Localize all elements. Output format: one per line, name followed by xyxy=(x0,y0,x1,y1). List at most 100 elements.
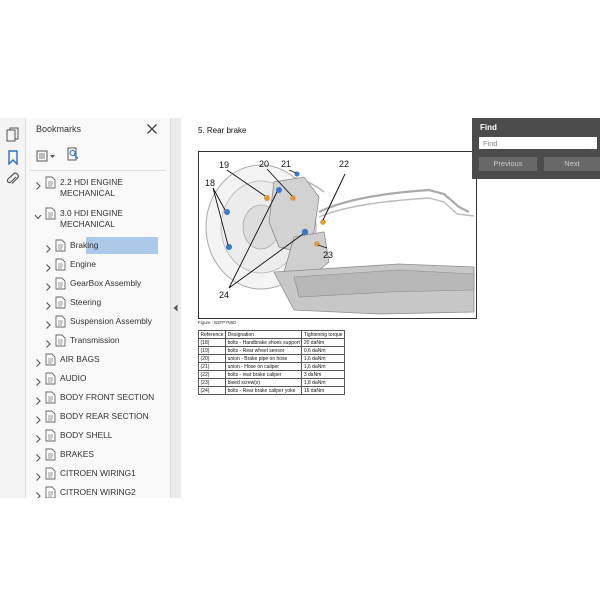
find-popup: Find Previous Next xyxy=(472,118,600,179)
bookmark-page-icon xyxy=(55,296,66,309)
table-row: (23) bleed screw(s) 1,8 daNm xyxy=(197,378,346,387)
table-row: (22) bolts - rear brake caliper 3 daNm xyxy=(197,370,346,379)
bookmark-label: Braking xyxy=(70,240,99,250)
callout-18: 18 xyxy=(205,178,215,188)
find-input[interactable] xyxy=(479,137,597,149)
section-title: 5. Rear brake xyxy=(198,126,247,135)
bookmark-item[interactable]: BODY FRONT SECTION xyxy=(26,389,158,407)
bookmark-page-icon xyxy=(55,258,66,271)
table-cell: union - Brake pipe on hose xyxy=(225,354,303,363)
bookmark-page-icon xyxy=(45,391,56,404)
table-row: (20) union - Brake pipe on hose 1,6 daNm xyxy=(197,354,346,363)
bookmark-label: AIR BAGS xyxy=(60,354,100,364)
bookmark-item[interactable]: AIR BAGS xyxy=(26,351,158,369)
table-cell: 0,6 daNm xyxy=(301,346,346,355)
close-icon[interactable] xyxy=(146,122,158,134)
chevron-right-icon[interactable] xyxy=(34,488,42,498)
chevron-right-icon[interactable] xyxy=(44,336,52,348)
bookmarks-panel: Bookmarks 2.2 HDI ENGINE MECHANICAL 3.0 HD… xyxy=(26,118,191,498)
bookmark-item[interactable]: AUDIO xyxy=(26,370,158,388)
table-cell: bolts - Rear brake caliper yoke xyxy=(225,386,303,395)
table-cell: union - Hose on caliper xyxy=(225,362,303,371)
bookmark-label-line2: MECHANICAL xyxy=(60,219,115,229)
bookmark-label: CITROEN WIRING2 xyxy=(60,487,136,497)
chevron-right-icon[interactable] xyxy=(44,241,52,253)
chevron-right-icon[interactable] xyxy=(34,355,42,367)
collapse-panel-icon[interactable] xyxy=(173,304,178,312)
bookmark-label: Transmission xyxy=(70,335,120,345)
bookmark-item[interactable]: 3.0 HDI ENGINE MECHANICAL xyxy=(26,205,158,229)
bookmark-item[interactable]: BRAKES xyxy=(26,446,158,464)
chevron-right-icon[interactable] xyxy=(44,260,52,272)
chevron-right-icon[interactable] xyxy=(34,178,42,190)
pages-icon[interactable] xyxy=(4,126,21,143)
table-cell: (22) xyxy=(197,370,227,379)
bookmark-label: GearBox Assembly xyxy=(70,278,142,288)
bookmark-page-icon xyxy=(45,429,56,442)
bookmark-item[interactable]: CITROEN WIRING1 xyxy=(26,465,158,483)
bookmark-label: AUDIO xyxy=(60,373,87,383)
table-cell: 1,6 daNm xyxy=(301,354,346,363)
panel-splitter[interactable] xyxy=(170,118,181,498)
bookmark-item[interactable]: Braking xyxy=(26,237,158,255)
bookmark-label: 3.0 HDI ENGINE xyxy=(60,208,123,218)
chevron-right-icon[interactable] xyxy=(34,469,42,481)
bookmark-item[interactable]: GearBox Assembly xyxy=(26,275,158,293)
bookmark-item[interactable]: Transmission xyxy=(26,332,158,350)
bookmark-label: Steering xyxy=(70,297,102,307)
bookmark-item[interactable]: BODY REAR SECTION xyxy=(26,408,158,426)
callout-21: 21 xyxy=(281,159,291,169)
bookmark-item[interactable]: Engine xyxy=(26,256,158,274)
bookmark-page-icon xyxy=(45,486,56,498)
table-cell: 1,6 daNm xyxy=(301,362,346,371)
table-row: (21) union - Hose on caliper 1,6 daNm xyxy=(197,362,346,371)
bookmark-page-icon xyxy=(45,467,56,480)
chevron-down-icon[interactable] xyxy=(34,209,42,220)
bookmark-page-icon xyxy=(45,410,56,423)
attachment-icon[interactable] xyxy=(4,171,21,188)
chevron-down-icon[interactable] xyxy=(590,141,596,153)
table-header-row: Reference Designation Tightening torque xyxy=(197,330,346,339)
table-cell: bolts - Rear wheel sensor xyxy=(225,346,303,355)
table-cell: (21) xyxy=(197,362,227,371)
bookmark-page-icon xyxy=(55,277,66,290)
bookmark-label-line2: MECHANICAL xyxy=(60,188,115,198)
bookmark-item[interactable]: BODY SHELL xyxy=(26,427,158,445)
chevron-right-icon[interactable] xyxy=(34,450,42,462)
chevron-right-icon[interactable] xyxy=(34,374,42,386)
table-body: (18) bolts - Handbrake shoes support 20 da… xyxy=(197,338,346,395)
chevron-right-icon[interactable] xyxy=(34,431,42,443)
table-cell: 3 daNm xyxy=(301,370,346,379)
next-button[interactable]: Next xyxy=(544,157,600,171)
bookmark-label: BODY REAR SECTION xyxy=(60,411,149,421)
bookmark-page-icon xyxy=(55,334,66,347)
bookmark-page-icon xyxy=(45,176,56,189)
bookmark-label: BODY SHELL xyxy=(60,430,113,440)
callout-22: 22 xyxy=(339,159,349,169)
column-header: Tightening torque xyxy=(301,330,346,339)
find-bookmark-icon[interactable] xyxy=(66,147,80,167)
bookmark-item[interactable]: CITROEN WIRING2 xyxy=(26,484,158,498)
table-row: (18) bolts - Handbrake shoes support 20 da… xyxy=(197,338,346,347)
callout-24: 24 xyxy=(219,290,229,300)
find-title: Find xyxy=(480,123,497,132)
bookmark-label: BODY FRONT SECTION xyxy=(60,392,155,402)
table-cell: (20) xyxy=(197,354,227,363)
rear-brake-figure: 18 19 20 21 22 23 24 xyxy=(198,151,477,319)
bookmark-item[interactable]: Steering xyxy=(26,294,158,312)
bookmark-item[interactable]: Suspension Assembly xyxy=(26,313,158,331)
bookmark-item[interactable]: 2.2 HDI ENGINE MECHANICAL xyxy=(26,174,158,198)
bookmark-icon[interactable] xyxy=(4,149,21,166)
previous-button[interactable]: Previous xyxy=(479,157,537,171)
chevron-right-icon[interactable] xyxy=(34,393,42,405)
options-menu-icon[interactable] xyxy=(36,149,56,167)
bookmark-page-icon xyxy=(45,353,56,366)
chevron-right-icon[interactable] xyxy=(34,412,42,424)
chevron-right-icon[interactable] xyxy=(44,317,52,329)
bookmarks-toolbar xyxy=(34,146,94,164)
chevron-right-icon[interactable] xyxy=(44,279,52,291)
table-cell: 1,8 daNm xyxy=(301,378,346,387)
bookmark-label: 2.2 HDI ENGINE xyxy=(60,177,123,187)
chevron-right-icon[interactable] xyxy=(44,298,52,310)
table-cell: 20 daNm xyxy=(301,338,346,347)
